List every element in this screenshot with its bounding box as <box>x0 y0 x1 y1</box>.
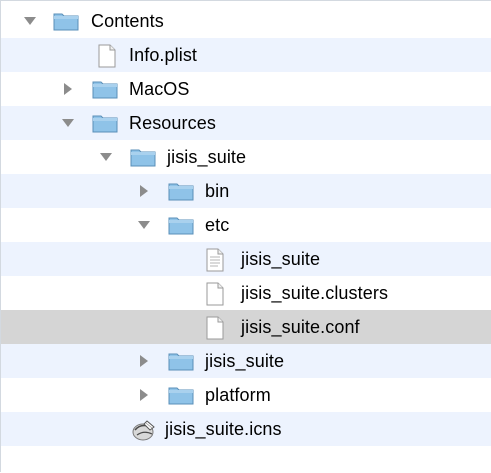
disclosure-expanded-icon[interactable] <box>137 218 151 232</box>
tree-row-label: jisis_suite <box>241 249 321 269</box>
folder-icon <box>168 350 194 374</box>
tree-row-label: Contents <box>91 11 164 31</box>
disclosure-expanded-icon[interactable] <box>99 150 113 164</box>
disclosure-collapsed-icon[interactable] <box>137 354 151 368</box>
folder-icon <box>168 384 194 408</box>
tree-row-label: jisis_suite <box>167 147 247 167</box>
tree-row-jisis-suite-folder[interactable]: jisis_suite <box>1 344 491 378</box>
tree-row-jisis-suite[interactable]: jisis_suite <box>1 140 491 174</box>
document-icon <box>205 282 229 306</box>
tree-row-platform[interactable]: platform <box>1 378 491 412</box>
tree-row-label: Resources <box>129 113 216 133</box>
tree-row-jisis-suite-icns[interactable]: jisis_suite.icns <box>1 412 491 446</box>
text-document-icon <box>205 248 229 272</box>
tree-row-etc[interactable]: etc <box>1 208 491 242</box>
tree-row-bin[interactable]: bin <box>1 174 491 208</box>
tree-row-label: jisis_suite.icns <box>165 419 282 439</box>
tree-row-jisis-suite-clusters[interactable]: jisis_suite.clusters <box>1 276 491 310</box>
tree-row-label: jisis_suite.clusters <box>241 283 389 303</box>
folder-icon <box>92 78 118 102</box>
disclosure-expanded-icon[interactable] <box>23 14 37 28</box>
tree-row-label: jisis_suite.conf <box>241 317 360 337</box>
folder-icon <box>168 214 194 238</box>
folder-icon <box>130 146 156 170</box>
tree-row-jisis-suite-file[interactable]: jisis_suite <box>1 242 491 276</box>
document-icon <box>205 316 229 340</box>
disclosure-expanded-icon[interactable] <box>61 116 75 130</box>
folder-icon <box>168 180 194 204</box>
tree-row-label: etc <box>205 215 230 235</box>
tree-row-info-plist[interactable]: Info.plist <box>1 38 491 72</box>
folder-icon <box>92 112 118 136</box>
document-icon <box>97 44 121 68</box>
disclosure-collapsed-icon[interactable] <box>137 388 151 402</box>
tree-row-macos[interactable]: MacOS <box>1 72 491 106</box>
tree-row-label: Info.plist <box>129 45 198 65</box>
file-tree: Contents Info.plist MacOS Resources jisi… <box>0 0 491 472</box>
tree-row-label: MacOS <box>129 79 190 99</box>
tree-row-resources[interactable]: Resources <box>1 106 491 140</box>
disclosure-collapsed-icon[interactable] <box>61 82 75 96</box>
tree-row-label: jisis_suite <box>205 351 285 371</box>
folder-icon <box>53 10 79 34</box>
tree-row-contents[interactable]: Contents <box>1 4 491 38</box>
icns-icon <box>131 418 155 442</box>
tree-row-empty <box>1 446 491 473</box>
tree-row-label: bin <box>205 181 230 201</box>
tree-row-jisis-suite-conf[interactable]: jisis_suite.conf <box>1 310 491 344</box>
disclosure-collapsed-icon[interactable] <box>137 184 151 198</box>
tree-row-label: platform <box>205 385 271 405</box>
